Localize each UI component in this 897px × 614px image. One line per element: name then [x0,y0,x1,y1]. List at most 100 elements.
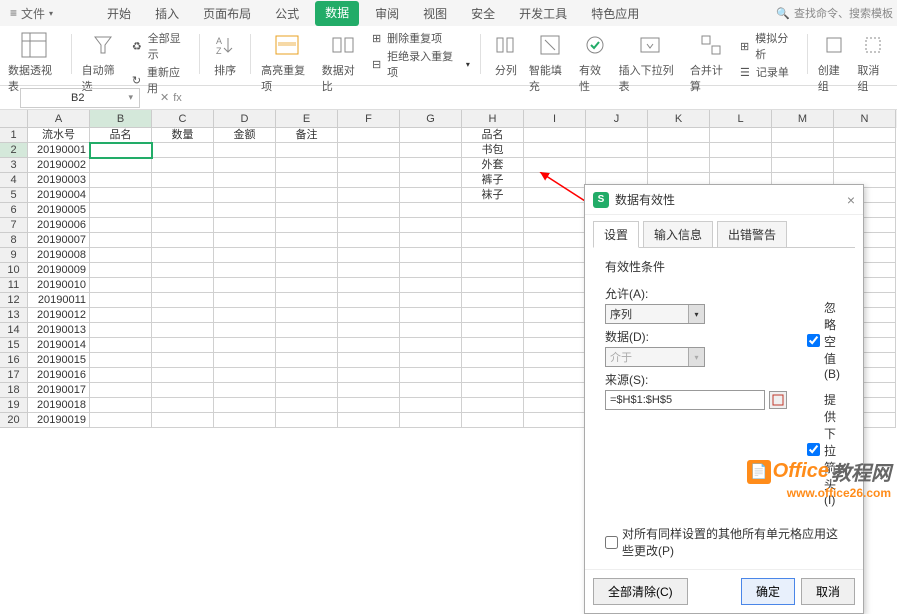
cell[interactable]: 20190009 [28,263,90,278]
cell[interactable] [338,353,400,368]
cell[interactable]: 20190005 [28,203,90,218]
cell[interactable] [400,248,462,263]
cell[interactable] [648,128,710,143]
cell[interactable] [152,188,214,203]
cell-dropdown-arrow[interactable]: ▾ [151,143,152,157]
cell[interactable] [586,143,648,158]
cell[interactable]: 20190007 [28,233,90,248]
cell[interactable] [400,263,462,278]
showall-button[interactable]: ♻全部显示 [132,30,189,62]
cell[interactable] [276,323,338,338]
cell[interactable] [90,278,152,293]
dtab-settings[interactable]: 设置 [593,221,639,248]
tab-special[interactable]: 特色应用 [583,1,647,26]
cell[interactable] [214,248,276,263]
cell[interactable] [276,203,338,218]
cell[interactable] [152,368,214,383]
row-header[interactable]: 18 [0,383,28,398]
col-B[interactable]: B [90,110,152,128]
cell[interactable] [338,338,400,353]
cell[interactable] [90,398,152,413]
cell[interactable] [462,413,524,428]
row-header[interactable]: 15 [0,338,28,353]
newgroup-button[interactable]: 创建组 [818,30,850,94]
cell[interactable] [338,233,400,248]
col-J[interactable]: J [586,110,648,128]
cell[interactable] [90,338,152,353]
cell[interactable] [338,413,400,428]
row-header[interactable]: 10 [0,263,28,278]
col-E[interactable]: E [276,110,338,128]
cell[interactable] [276,293,338,308]
tab-view[interactable]: 视图 [415,1,455,26]
row-header[interactable]: 5 [0,188,28,203]
cell[interactable] [152,308,214,323]
cell[interactable] [462,218,524,233]
cell[interactable] [338,278,400,293]
cell[interactable] [152,413,214,428]
cell[interactable] [214,158,276,173]
cell[interactable] [152,383,214,398]
cell[interactable] [648,143,710,158]
cell[interactable] [214,278,276,293]
cell[interactable]: 品名 [462,128,524,143]
cell[interactable] [214,143,276,158]
cell[interactable] [90,323,152,338]
cell[interactable] [524,263,586,278]
cell[interactable] [90,368,152,383]
highlight-dup-button[interactable]: 高亮重复项 [261,30,314,94]
ok-button[interactable]: 确定 [741,578,795,605]
cell[interactable] [524,278,586,293]
cell[interactable] [214,353,276,368]
cell[interactable]: 20190011 [28,293,90,308]
cell[interactable] [276,248,338,263]
compare-button[interactable]: 数据对比 [322,30,364,94]
cell[interactable] [400,338,462,353]
col-D[interactable]: D [214,110,276,128]
cell[interactable]: 裤子 [462,173,524,188]
cancel-button[interactable]: 取消 [801,578,855,605]
cell[interactable] [400,143,462,158]
ignore-blank-checkbox[interactable]: 忽略空值(B) [807,299,843,381]
tab-start[interactable]: 开始 [99,1,139,26]
cell[interactable] [214,263,276,278]
cell[interactable] [400,413,462,428]
row-header[interactable]: 9 [0,248,28,263]
cell[interactable] [152,173,214,188]
validity-button[interactable]: 有效性 [579,30,611,94]
deldup-button[interactable]: ⊞删除重复项 [372,30,470,46]
cell[interactable] [338,128,400,143]
cell[interactable] [462,263,524,278]
cell[interactable] [338,398,400,413]
row-header[interactable]: 13 [0,308,28,323]
consolidate-button[interactable]: 合并计算 [690,30,732,94]
cell[interactable] [338,323,400,338]
cell[interactable] [400,203,462,218]
cell[interactable] [276,173,338,188]
cell[interactable] [90,353,152,368]
cell[interactable] [586,158,648,173]
search-box[interactable]: 🔍 查找命令、搜索模板 [776,5,893,21]
row-header[interactable]: 4 [0,173,28,188]
allow-dropdown[interactable]: 序列 ▾ [605,304,705,324]
cell[interactable] [400,293,462,308]
cell[interactable] [462,203,524,218]
select-all-corner[interactable] [0,110,28,128]
cell[interactable]: 20190004 [28,188,90,203]
cell[interactable] [524,218,586,233]
cell[interactable] [648,158,710,173]
row-header[interactable]: 6 [0,203,28,218]
row-header[interactable]: 20 [0,413,28,428]
cell[interactable] [400,308,462,323]
clear-all-button[interactable]: 全部清除(C) [593,578,688,605]
cell[interactable] [90,263,152,278]
cell[interactable] [276,383,338,398]
file-menu[interactable]: ≡文件▾ [4,3,59,24]
row-header[interactable]: 11 [0,278,28,293]
cell[interactable] [400,158,462,173]
row-header[interactable]: 14 [0,323,28,338]
smartfill-button[interactable]: 智能填充 [529,30,571,94]
cell[interactable]: 书包 [462,143,524,158]
cell[interactable]: 外套 [462,158,524,173]
cell[interactable] [462,353,524,368]
